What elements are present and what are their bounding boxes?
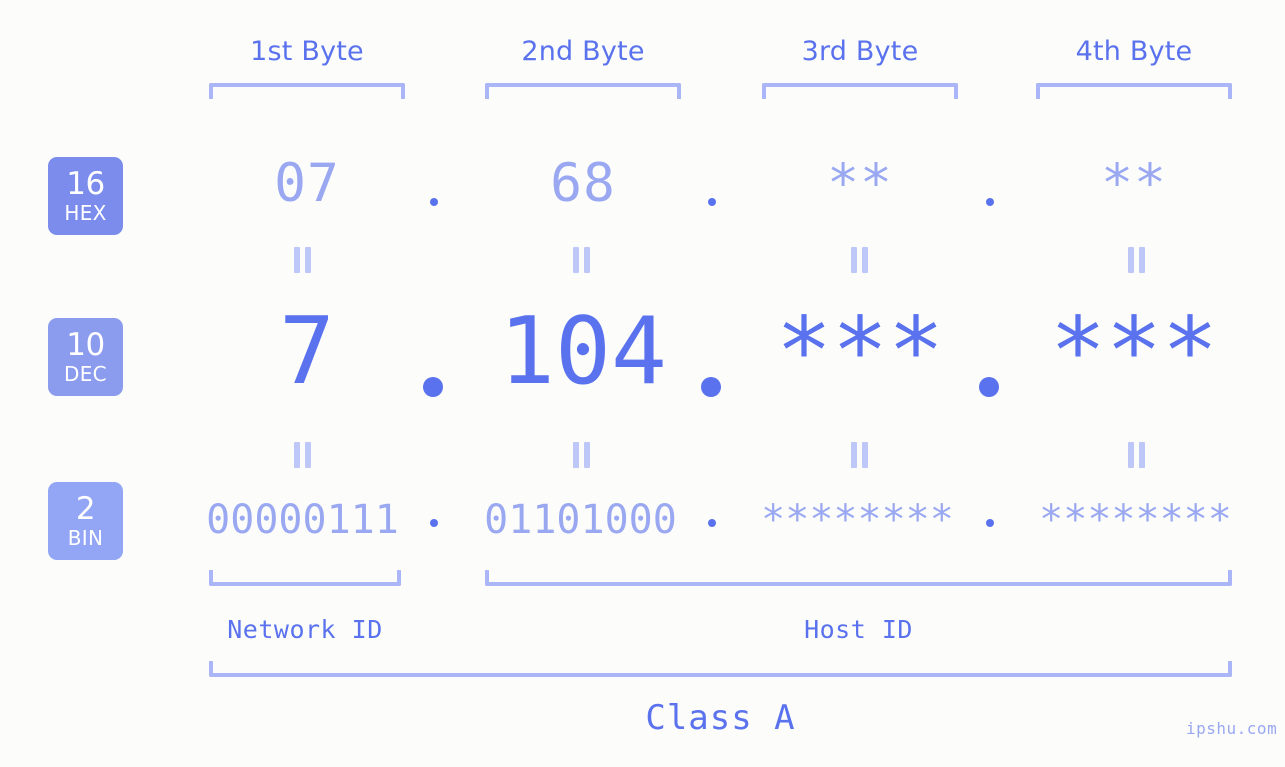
equals-mark-hex-dec-1	[294, 247, 313, 273]
dec-byte-3: ***	[776, 297, 944, 405]
equals-mark-dec-bin-1	[294, 442, 313, 468]
byte-header-3: 3rd Byte	[801, 36, 919, 67]
hex-byte-3: **	[827, 153, 893, 214]
equals-mark-dec-bin-3	[851, 442, 870, 468]
ip-address-breakdown-diagram: 1st Byte 2nd Byte 3rd Byte 4th Byte 16 H…	[0, 0, 1285, 767]
hex-byte-4: **	[1101, 153, 1167, 214]
equals-mark-hex-dec-3	[851, 247, 870, 273]
badge-bin: 2 BIN	[48, 482, 123, 560]
byte-bracket-4	[1036, 83, 1232, 99]
bin-byte-1: 00000111	[206, 497, 399, 543]
network-id-bracket	[209, 570, 401, 586]
byte-bracket-3	[762, 83, 958, 99]
host-id-bracket	[485, 570, 1232, 586]
hex-separator-3	[986, 198, 994, 206]
badge-hex: 16 HEX	[48, 157, 123, 235]
equals-mark-dec-bin-4	[1128, 442, 1147, 468]
byte-bracket-2	[485, 83, 681, 99]
badge-bin-name: BIN	[67, 526, 104, 550]
dec-separator-1	[423, 377, 443, 397]
dec-byte-4: ***	[1050, 297, 1218, 405]
dec-byte-2: 104	[499, 297, 667, 405]
bin-separator-2	[708, 519, 716, 527]
network-id-label: Network ID	[227, 615, 383, 644]
badge-dec-number: 10	[66, 327, 105, 363]
host-id-label: Host ID	[804, 615, 913, 644]
bin-byte-4: ********	[1039, 497, 1232, 543]
equals-mark-dec-bin-2	[573, 442, 592, 468]
bin-byte-2: 01101000	[484, 497, 677, 543]
byte-header-4: 4th Byte	[1075, 36, 1193, 67]
hex-separator-1	[430, 198, 438, 206]
bin-byte-3: ********	[761, 497, 954, 543]
badge-dec: 10 DEC	[48, 318, 123, 396]
dec-separator-3	[979, 377, 999, 397]
badge-dec-name: DEC	[64, 362, 107, 386]
bin-separator-3	[986, 519, 994, 527]
site-watermark: ipshu.com	[1186, 719, 1278, 738]
badge-bin-number: 2	[75, 491, 96, 527]
byte-header-2: 2nd Byte	[521, 36, 645, 67]
equals-mark-hex-dec-2	[573, 247, 592, 273]
badge-hex-name: HEX	[64, 201, 107, 225]
class-label: Class A	[645, 698, 796, 738]
byte-bracket-1	[209, 83, 405, 99]
dec-byte-1: 7	[279, 297, 335, 405]
bin-separator-1	[430, 519, 438, 527]
badge-hex-number: 16	[66, 166, 105, 202]
hex-byte-2: 68	[550, 153, 616, 214]
byte-header-1: 1st Byte	[250, 36, 364, 67]
hex-separator-2	[708, 198, 716, 206]
equals-mark-hex-dec-4	[1128, 247, 1147, 273]
class-bracket	[209, 661, 1232, 677]
dec-separator-2	[701, 377, 721, 397]
hex-byte-1: 07	[274, 153, 340, 214]
